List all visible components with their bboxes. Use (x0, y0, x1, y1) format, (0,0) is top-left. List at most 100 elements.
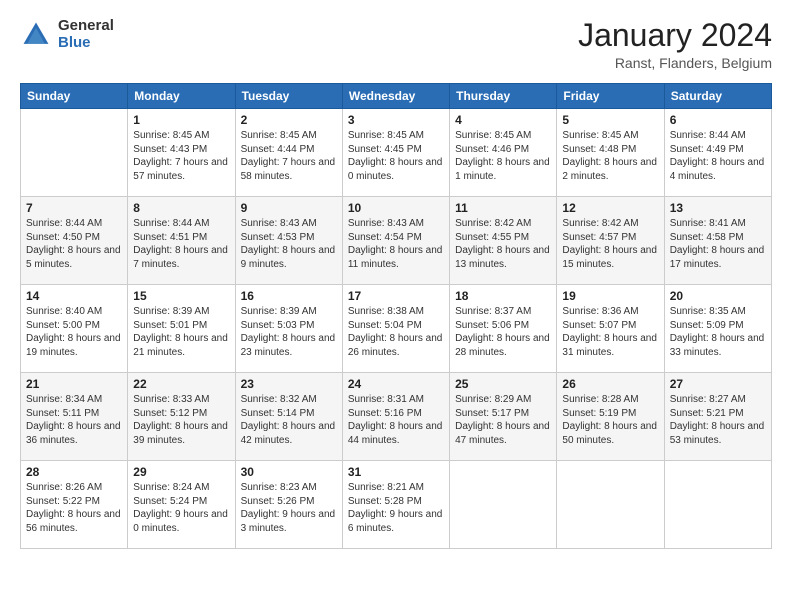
day-info: Sunrise: 8:29 AMSunset: 5:17 PMDaylight:… (455, 393, 551, 447)
day-info: Sunrise: 8:45 AMSunset: 4:46 PMDaylight:… (455, 129, 551, 183)
day-number: 13 (670, 201, 766, 215)
calendar: SundayMondayTuesdayWednesdayThursdayFrid… (20, 83, 772, 549)
calendar-cell: 23Sunrise: 8:32 AMSunset: 5:14 PMDayligh… (235, 373, 342, 461)
calendar-cell: 19 Sunrise: 8:36 AMSunset: 5:07 PMDayligh… (557, 285, 664, 373)
logo-text: General Blue (58, 18, 114, 51)
day-number: 16 (241, 289, 337, 303)
day-info: Sunrise: 8:45 AMSunset: 4:48 PMDaylight:… (562, 129, 658, 183)
day-info: Sunrise: 8:35 AMSunset: 5:09 PMDaylight:… (670, 305, 766, 359)
day-info: Sunrise: 8:45 AMSunset: 4:44 PMDaylight:… (241, 129, 337, 183)
day-number: 21 (26, 377, 122, 391)
day-info: Sunrise: 8:34 AMSunset: 5:11 PMDaylight:… (26, 393, 122, 447)
calendar-cell: 17 Sunrise: 8:38 AMSunset: 5:04 PMDayligh… (342, 285, 449, 373)
days-of-week-row: SundayMondayTuesdayWednesdayThursdayFrid… (21, 84, 772, 109)
day-info: Sunrise: 8:28 AMSunset: 5:19 PMDaylight:… (562, 393, 658, 447)
day-info: Sunrise: 8:42 AMSunset: 4:57 PMDaylight:… (562, 217, 658, 271)
calendar-cell: 24 Sunrise: 8:31 AMSunset: 5:16 PMDayligh… (342, 373, 449, 461)
day-number: 26 (562, 377, 658, 391)
day-info: Sunrise: 8:44 AMSunset: 4:49 PMDaylight:… (670, 129, 766, 183)
calendar-cell (450, 461, 557, 549)
calendar-cell: 11 Sunrise: 8:42 AMSunset: 4:55 PMDayligh… (450, 197, 557, 285)
day-info: Sunrise: 8:31 AMSunset: 5:16 PMDaylight:… (348, 393, 444, 447)
day-number: 20 (670, 289, 766, 303)
calendar-cell (21, 109, 128, 197)
day-info: Sunrise: 8:45 AMSunset: 4:45 PMDaylight:… (348, 129, 444, 183)
day-number: 19 (562, 289, 658, 303)
day-info: Sunrise: 8:44 AMSunset: 4:50 PMDaylight:… (26, 217, 122, 271)
calendar-cell: 12 Sunrise: 8:42 AMSunset: 4:57 PMDayligh… (557, 197, 664, 285)
day-number: 17 (348, 289, 444, 303)
day-info: Sunrise: 8:33 AMSunset: 5:12 PMDaylight:… (133, 393, 229, 447)
day-number: 7 (26, 201, 122, 215)
day-info: Sunrise: 8:32 AMSunset: 5:14 PMDaylight:… (241, 393, 337, 447)
calendar-week-2: 7 Sunrise: 8:44 AMSunset: 4:50 PMDaylight… (21, 197, 772, 285)
calendar-cell: 16 Sunrise: 8:39 AMSunset: 5:03 PMDayligh… (235, 285, 342, 373)
day-number: 8 (133, 201, 229, 215)
day-of-week-monday: Monday (128, 84, 235, 109)
calendar-week-4: 21 Sunrise: 8:34 AMSunset: 5:11 PMDayligh… (21, 373, 772, 461)
day-info: Sunrise: 8:43 AMSunset: 4:54 PMDaylight:… (348, 217, 444, 271)
calendar-cell: 27Sunrise: 8:27 AMSunset: 5:21 PMDayligh… (664, 373, 771, 461)
day-info: Sunrise: 8:39 AMSunset: 5:03 PMDaylight:… (241, 305, 337, 359)
day-info: Sunrise: 8:38 AMSunset: 5:04 PMDaylight:… (348, 305, 444, 359)
day-info: Sunrise: 8:43 AMSunset: 4:53 PMDaylight:… (241, 217, 337, 271)
calendar-cell: 10 Sunrise: 8:43 AMSunset: 4:54 PMDayligh… (342, 197, 449, 285)
day-number: 14 (26, 289, 122, 303)
calendar-cell: 7 Sunrise: 8:44 AMSunset: 4:50 PMDaylight… (21, 197, 128, 285)
day-number: 24 (348, 377, 444, 391)
day-of-week-friday: Friday (557, 84, 664, 109)
day-number: 9 (241, 201, 337, 215)
calendar-cell: 14Sunrise: 8:40 AMSunset: 5:00 PMDayligh… (21, 285, 128, 373)
logo-blue-text: Blue (58, 35, 114, 52)
calendar-week-3: 14Sunrise: 8:40 AMSunset: 5:00 PMDayligh… (21, 285, 772, 373)
day-number: 6 (670, 113, 766, 127)
day-number: 10 (348, 201, 444, 215)
logo-general-text: General (58, 18, 114, 35)
month-title: January 2024 (578, 18, 772, 53)
title-block: January 2024 Ranst, Flanders, Belgium (578, 18, 772, 71)
logo-icon (20, 19, 52, 51)
calendar-cell: 1 Sunrise: 8:45 AMSunset: 4:43 PMDaylight… (128, 109, 235, 197)
day-info: Sunrise: 8:36 AMSunset: 5:07 PMDaylight:… (562, 305, 658, 359)
calendar-week-5: 28Sunrise: 8:26 AMSunset: 5:22 PMDayligh… (21, 461, 772, 549)
calendar-cell: 21 Sunrise: 8:34 AMSunset: 5:11 PMDayligh… (21, 373, 128, 461)
calendar-cell: 3Sunrise: 8:45 AMSunset: 4:45 PMDaylight… (342, 109, 449, 197)
day-number: 31 (348, 465, 444, 479)
calendar-cell (664, 461, 771, 549)
calendar-cell: 30 Sunrise: 8:23 AMSunset: 5:26 PMDayligh… (235, 461, 342, 549)
day-number: 12 (562, 201, 658, 215)
logo: General Blue (20, 18, 114, 51)
day-number: 29 (133, 465, 229, 479)
day-of-week-saturday: Saturday (664, 84, 771, 109)
calendar-cell: 31 Sunrise: 8:21 AMSunset: 5:28 PMDayligh… (342, 461, 449, 549)
day-number: 18 (455, 289, 551, 303)
calendar-cell: 13Sunrise: 8:41 AMSunset: 4:58 PMDayligh… (664, 197, 771, 285)
calendar-cell: 9 Sunrise: 8:43 AMSunset: 4:53 PMDaylight… (235, 197, 342, 285)
location: Ranst, Flanders, Belgium (578, 55, 772, 71)
calendar-cell: 5Sunrise: 8:45 AMSunset: 4:48 PMDaylight… (557, 109, 664, 197)
calendar-cell: 2Sunrise: 8:45 AMSunset: 4:44 PMDaylight… (235, 109, 342, 197)
day-number: 27 (670, 377, 766, 391)
day-number: 30 (241, 465, 337, 479)
header: General Blue January 2024 Ranst, Flander… (20, 18, 772, 71)
calendar-cell: 26 Sunrise: 8:28 AMSunset: 5:19 PMDayligh… (557, 373, 664, 461)
day-of-week-wednesday: Wednesday (342, 84, 449, 109)
day-number: 1 (133, 113, 229, 127)
day-info: Sunrise: 8:42 AMSunset: 4:55 PMDaylight:… (455, 217, 551, 271)
day-number: 11 (455, 201, 551, 215)
day-number: 4 (455, 113, 551, 127)
calendar-cell (557, 461, 664, 549)
calendar-body: 1 Sunrise: 8:45 AMSunset: 4:43 PMDaylight… (21, 109, 772, 549)
calendar-cell: 29Sunrise: 8:24 AMSunset: 5:24 PMDayligh… (128, 461, 235, 549)
day-info: Sunrise: 8:45 AMSunset: 4:43 PMDaylight:… (133, 129, 229, 183)
calendar-cell: 4 Sunrise: 8:45 AMSunset: 4:46 PMDaylight… (450, 109, 557, 197)
day-info: Sunrise: 8:39 AMSunset: 5:01 PMDaylight:… (133, 305, 229, 359)
calendar-cell: 6 Sunrise: 8:44 AMSunset: 4:49 PMDaylight… (664, 109, 771, 197)
calendar-cell: 18 Sunrise: 8:37 AMSunset: 5:06 PMDayligh… (450, 285, 557, 373)
day-info: Sunrise: 8:21 AMSunset: 5:28 PMDaylight:… (348, 481, 444, 535)
day-info: Sunrise: 8:23 AMSunset: 5:26 PMDaylight:… (241, 481, 337, 535)
calendar-week-1: 1 Sunrise: 8:45 AMSunset: 4:43 PMDaylight… (21, 109, 772, 197)
calendar-cell: 25Sunrise: 8:29 AMSunset: 5:17 PMDayligh… (450, 373, 557, 461)
day-info: Sunrise: 8:37 AMSunset: 5:06 PMDaylight:… (455, 305, 551, 359)
day-of-week-thursday: Thursday (450, 84, 557, 109)
